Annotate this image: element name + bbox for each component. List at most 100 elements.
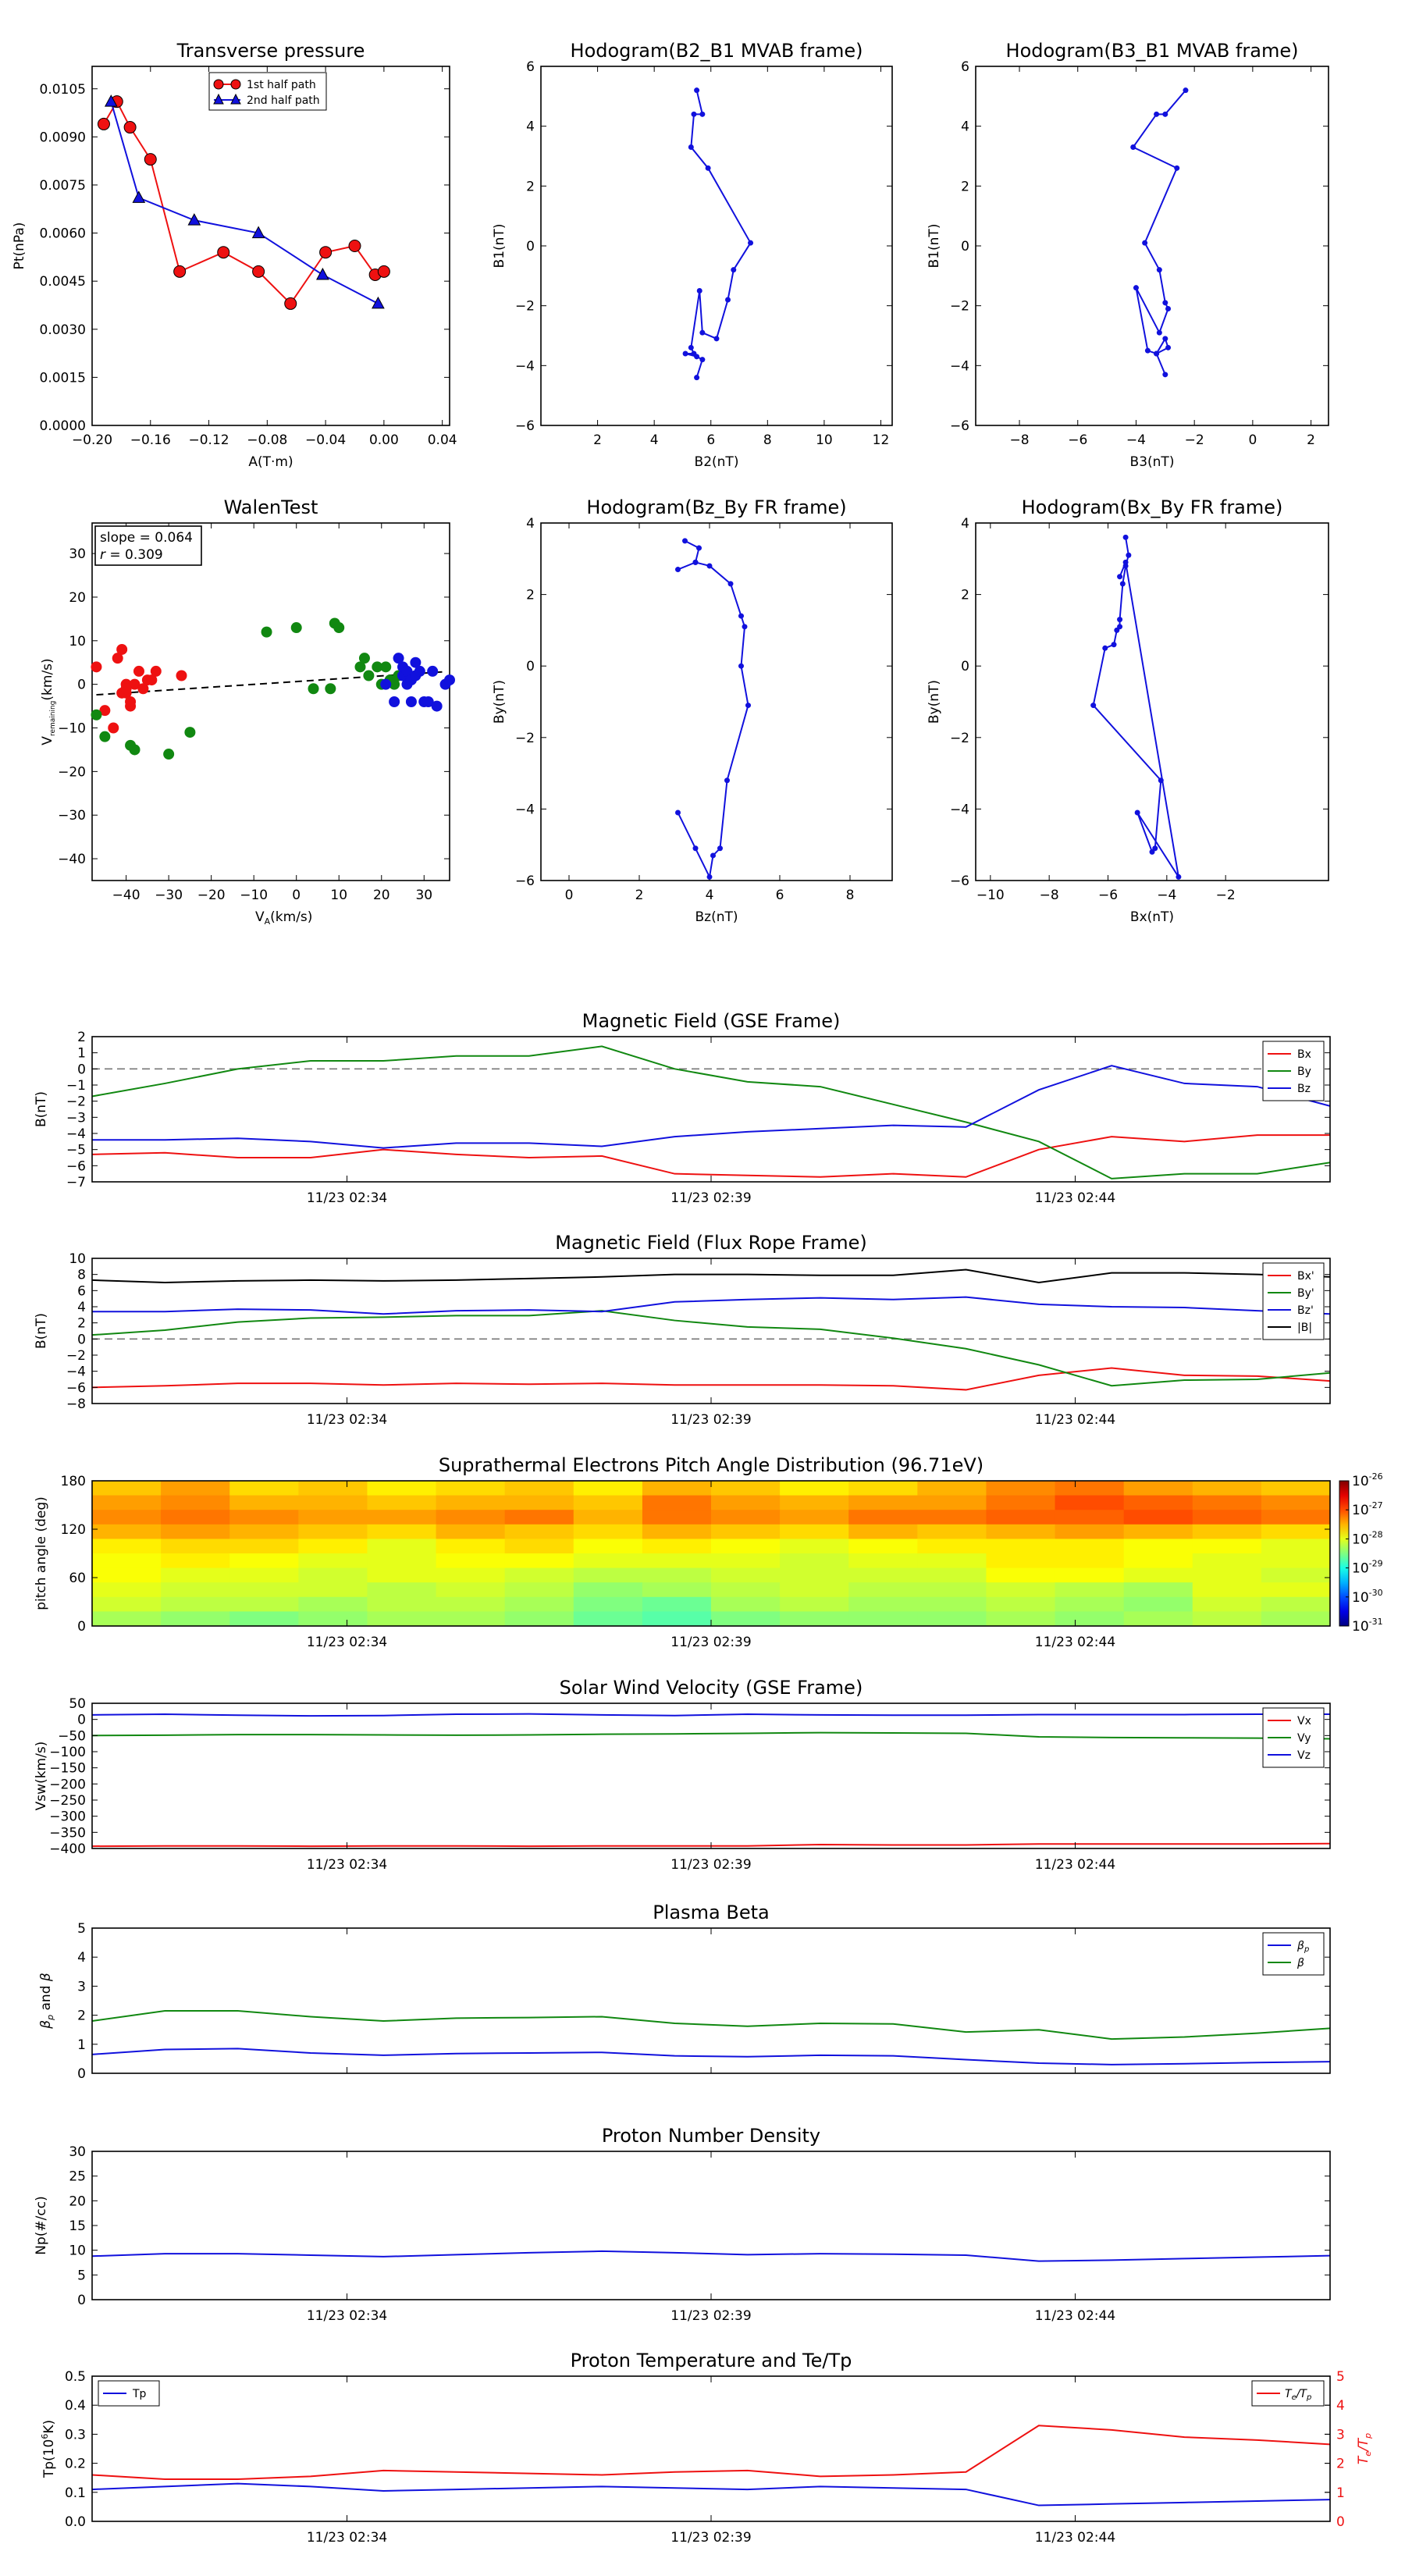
heatmap-cell: [1192, 1539, 1262, 1554]
x-tick-label: −8: [1010, 432, 1030, 448]
data-point: [688, 344, 694, 350]
y-tick-label: −300: [49, 1809, 86, 1825]
y-tick-label: −4: [515, 802, 535, 817]
data-point: [675, 809, 681, 816]
heatmap-cell: [92, 1553, 162, 1569]
tp-sub: p: [1306, 2393, 1311, 2402]
y-tick-label: 25: [69, 2169, 86, 2185]
heatmap-cell: [573, 1524, 643, 1539]
series-line-0: [677, 540, 749, 880]
data-point: [1165, 344, 1172, 350]
y-tick-label: 0.0015: [40, 370, 86, 386]
data-point: [1090, 703, 1097, 709]
heatmap-cell: [504, 1495, 574, 1510]
heatmap-cell: [367, 1481, 437, 1496]
heatmap-cell: [1192, 1481, 1262, 1496]
y-axis-label: Vsw(km/s): [34, 1742, 49, 1811]
scatter-point: [431, 700, 443, 712]
x-axis-label: B2(nT): [695, 454, 739, 470]
scatter-point: [120, 683, 132, 695]
y-tick-label: 10: [69, 634, 86, 649]
colorbar-exp: -27: [1369, 1500, 1383, 1510]
legend-label: 2nd half path: [247, 94, 320, 107]
data-point: [187, 213, 201, 226]
heatmap-cell: [711, 1582, 781, 1598]
data-point: [132, 190, 146, 203]
heatmap-cell: [1123, 1524, 1193, 1539]
series-line-Bx': [91, 1367, 1331, 1391]
x-tick-label: 11/23 02:39: [670, 1635, 751, 1650]
panel-title: Hodogram(B3_B1 MVAB frame): [1006, 40, 1299, 62]
data-point: [694, 375, 700, 381]
x-tick-label: 11/23 02:34: [307, 1412, 387, 1428]
panel-title: Magnetic Field (Flux Rope Frame): [555, 1232, 866, 1254]
heatmap-cell: [1055, 1510, 1125, 1525]
y-tick-label-right: 0: [1336, 2514, 1345, 2530]
heatmap-cell: [298, 1524, 368, 1539]
scatter-point: [290, 622, 302, 634]
y-tick-label-right: 2: [1336, 2457, 1345, 2472]
scatter-point: [444, 674, 455, 686]
heatmap-cell: [848, 1567, 918, 1583]
heatmap-cell: [642, 1510, 712, 1525]
series-line-Bx: [91, 1134, 1330, 1178]
y-axis-label-exp: 6: [40, 2434, 50, 2439]
panel-hodogram-b2-b1: Hodogram(B2_B1 MVAB frame) 2 4 6 8 10 12 −6 −4 −2…: [492, 40, 893, 470]
scatter-point: [125, 696, 137, 707]
heatmap-cell: [711, 1524, 781, 1539]
heatmap-cell: [1123, 1495, 1193, 1510]
heatmap-cell: [504, 1481, 574, 1496]
data-point: [316, 267, 329, 280]
y-tick-label: 3: [77, 1979, 86, 1994]
y-tick-label: −200: [49, 1777, 86, 1792]
heatmap-cell: [917, 1596, 987, 1612]
y-axis-label-sub: p: [45, 2015, 55, 2021]
y-tick-label: −6: [950, 873, 969, 889]
y-tick-label: −2: [515, 299, 535, 315]
heatmap-cell: [504, 1524, 574, 1539]
series-line-Bz: [92, 1065, 1331, 1149]
heatmap-cell: [642, 1495, 712, 1510]
heatmap-cell: [986, 1567, 1056, 1583]
scatter-point: [91, 709, 102, 720]
y-tick-label: 8: [77, 1268, 86, 1283]
panel-proton-density: Proton Number Density 0 5 10 15 20 25 30 11/23 0…: [34, 2125, 1331, 2324]
x-tick-label: 0.04: [428, 432, 457, 448]
heatmap-cell: [229, 1510, 299, 1525]
colorbar-base: 10: [1352, 1619, 1369, 1635]
heatmap-cell: [917, 1611, 987, 1627]
y-tick-label: 50: [69, 1696, 86, 1712]
x-tick-label: 10: [330, 888, 347, 903]
annotation-slope: slope = 0.064: [100, 530, 193, 546]
y-tick-label: 0: [77, 1619, 86, 1635]
y-tick-label: 20: [69, 2194, 86, 2209]
y-tick-label: −4: [66, 1126, 86, 1142]
x-tick-label: 2: [635, 888, 644, 903]
x-axis-label: VA(km/s): [255, 909, 312, 927]
y-tick-label: 0.3: [65, 2427, 86, 2443]
heatmap-cell: [92, 1481, 162, 1496]
heatmap-cell: [161, 1481, 230, 1496]
data-point: [1122, 559, 1129, 565]
y-axis-label: By(nT): [492, 680, 507, 724]
x-tick-label: 20: [373, 888, 390, 903]
data-point: [319, 246, 333, 259]
y-tick-label-right: 4: [1336, 2398, 1345, 2414]
y-tick-label: 0.0030: [40, 322, 86, 338]
y-tick-label: 2: [77, 1316, 86, 1332]
heatmap-cell: [436, 1611, 506, 1627]
data-point: [742, 624, 748, 630]
y-tick-label: 30: [69, 2144, 86, 2160]
scatter-point: [129, 744, 140, 756]
x-tick-label: −2: [1216, 888, 1236, 903]
panel-hodogram-bz-by: Hodogram(Bz_By FR frame) 0 2 4 6 8 −6 −4 −2 0 2 4 Bz…: [492, 496, 893, 925]
x-axis-label: Bx(nT): [1130, 909, 1174, 925]
y-tick-label: 0.0045: [40, 274, 86, 290]
legend-label: By: [1297, 1066, 1311, 1078]
proton-density-frame: [91, 2151, 1331, 2300]
x-tick-label: 6: [706, 432, 715, 448]
x-tick-label: 30: [415, 888, 432, 903]
y-tick-label-right: 3: [1336, 2427, 1345, 2443]
heatmap-cell: [1055, 1611, 1125, 1627]
heatmap-cell: [1192, 1596, 1262, 1612]
